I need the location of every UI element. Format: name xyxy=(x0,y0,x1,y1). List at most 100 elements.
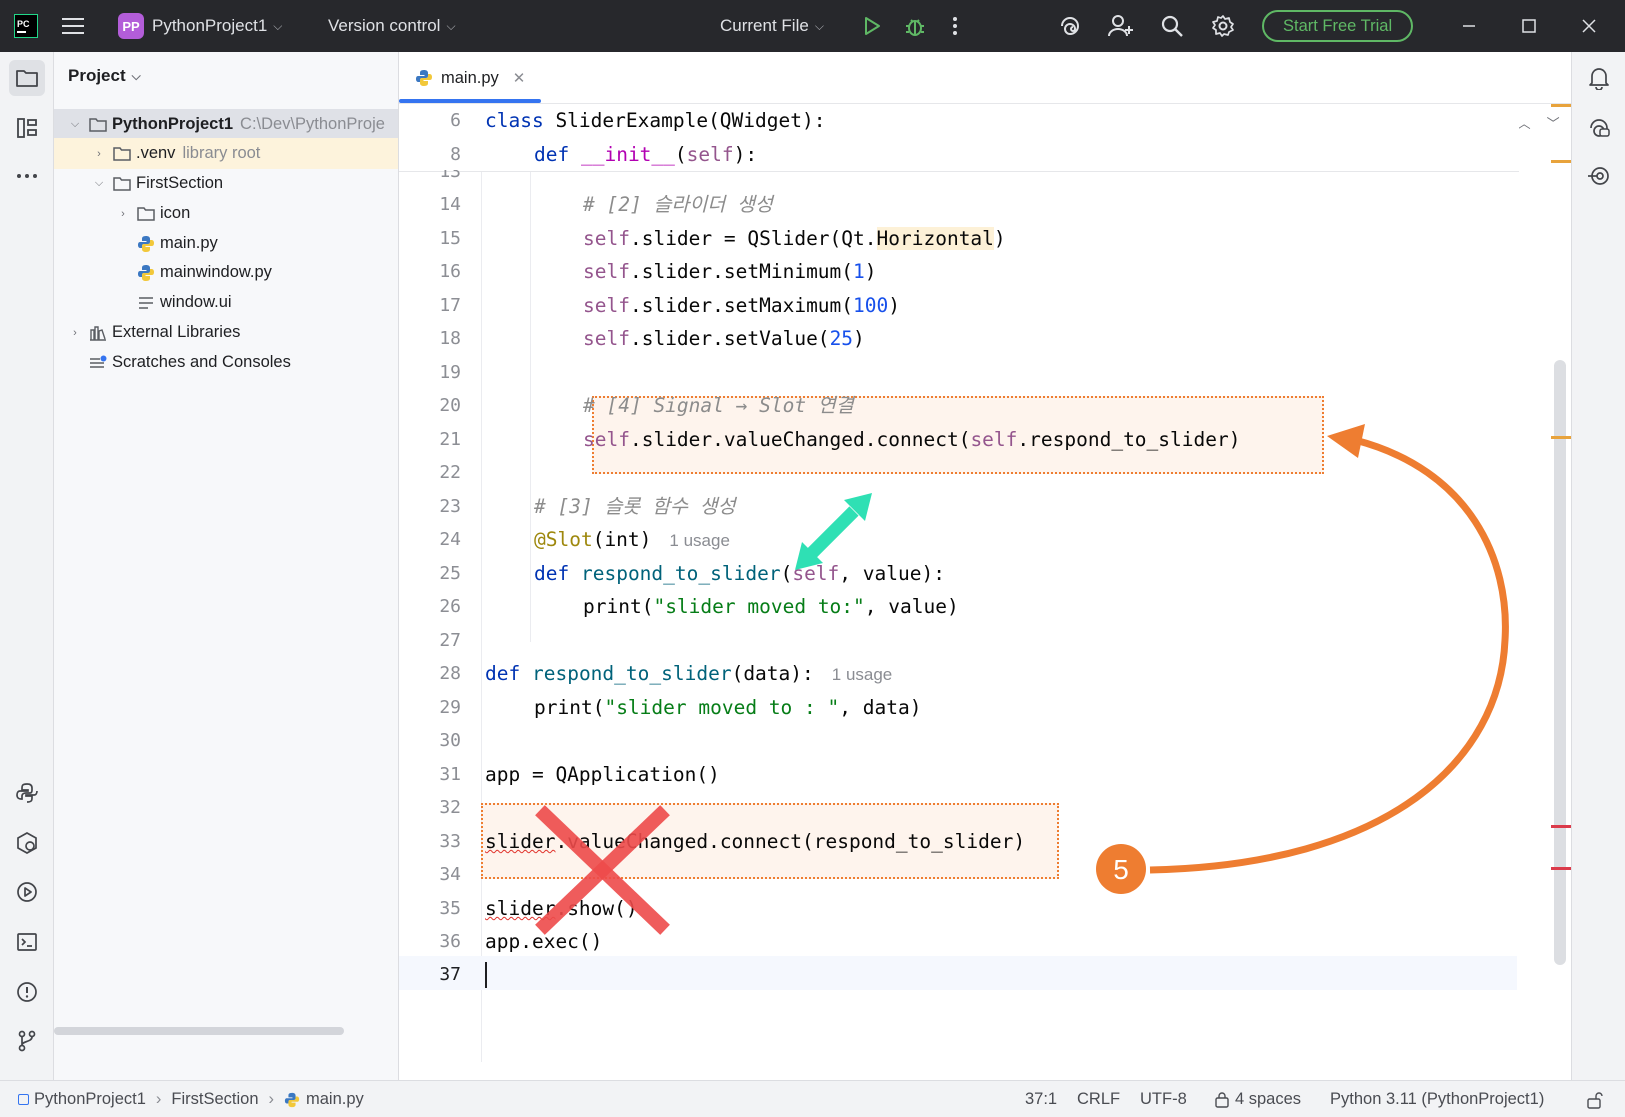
project-panel-header[interactable]: Project ⌵ xyxy=(68,66,141,86)
code-line-25[interactable]: 25 def respond_to_slider(self, value): xyxy=(399,557,1571,591)
code-line-14[interactable]: 14 # [2] 슬라이더 생성 xyxy=(399,188,1571,222)
breadcrumb-folder[interactable]: FirstSection xyxy=(171,1090,258,1109)
maximize-window-button[interactable] xyxy=(1522,0,1536,52)
database-plugin-icon[interactable] xyxy=(1581,158,1617,194)
code-line-33[interactable]: 33 slider.valueChanged.connect(respond_t… xyxy=(399,825,1571,859)
python-packages-icon[interactable] xyxy=(9,775,45,811)
indent-setting[interactable]: 4 spaces xyxy=(1214,1081,1301,1117)
caret-position[interactable]: 37:1 xyxy=(1025,1081,1057,1117)
tree-item-icon-folder[interactable]: › icon xyxy=(54,198,398,229)
code-line-17[interactable]: 17 self.slider.setMaximum(100) xyxy=(399,289,1571,323)
read-only-lock-icon[interactable] xyxy=(1586,1081,1604,1117)
notifications-bell-icon[interactable] xyxy=(1581,60,1617,96)
code-line-28[interactable]: 28 def respond_to_slider(data): 1 usage xyxy=(399,657,1571,691)
structure-icon[interactable] xyxy=(9,110,45,146)
version-control-git-icon[interactable] xyxy=(9,1023,45,1059)
collapse-arrow-icon[interactable]: › xyxy=(116,208,130,220)
tree-item-mainwindow-py[interactable]: mainwindow.py xyxy=(54,257,398,288)
chevron-right-icon: › xyxy=(155,1090,162,1108)
right-tool-window-bar xyxy=(1571,52,1625,1080)
expand-arrow-icon[interactable]: ⌵ xyxy=(68,118,82,131)
run-config-selector[interactable]: Current File ⌵ xyxy=(720,0,824,52)
project-selector[interactable]: PP PythonProject1 ⌵ xyxy=(118,0,282,52)
code-line-22[interactable]: 22 xyxy=(399,456,1571,490)
chevron-down-icon: ⌵ xyxy=(273,18,283,33)
code-line-34[interactable]: 34 xyxy=(399,858,1571,892)
code-line-19[interactable]: 19 xyxy=(399,356,1571,390)
code-line-23[interactable]: 23 # [3] 슬롯 함수 생성 xyxy=(399,490,1571,524)
code-line-27[interactable]: 27 xyxy=(399,624,1571,658)
python-file-icon xyxy=(136,234,156,254)
project-badge: PP xyxy=(118,13,144,39)
project-folder-icon[interactable] xyxy=(9,60,45,96)
tree-item-scratches[interactable]: Scratches and Consoles xyxy=(54,347,398,378)
code-line-15[interactable]: 15 self.slider = QSlider(Qt.Horizontal) xyxy=(399,222,1571,256)
code-line-36[interactable]: 36 app.exec() xyxy=(399,925,1571,959)
line-number: 31 xyxy=(439,764,461,785)
sticky-line[interactable]: 8 def __init__(self): xyxy=(399,138,1571,172)
expand-arrow-icon[interactable]: ⌵ xyxy=(92,177,106,190)
tree-item-project-root[interactable]: ⌵ PythonProject1 C:\Dev\PythonProje xyxy=(54,109,398,140)
code-editor[interactable]: main.py ✕ ! 2 ▲ 3 ︿ ﹀ 6 class SliderExam… xyxy=(399,52,1571,1080)
ai-assistant-icon[interactable] xyxy=(1058,0,1082,52)
code-line-20[interactable]: 20 # [4] Signal → Slot 연결 xyxy=(399,389,1571,423)
file-encoding[interactable]: UTF-8 xyxy=(1140,1081,1187,1117)
tree-item-firstsection[interactable]: ⌵ FirstSection xyxy=(54,168,398,199)
code-line-29[interactable]: 29 print("slider moved to : ", data) xyxy=(399,691,1571,725)
collapse-arrow-icon[interactable]: › xyxy=(68,327,82,339)
chevron-down-icon: ⌵ xyxy=(446,18,456,33)
horizontal-scrollbar[interactable] xyxy=(54,1027,344,1035)
code-line-16[interactable]: 16 self.slider.setMinimum(1) xyxy=(399,255,1571,289)
code-text: self.slider.setValue(25) xyxy=(583,327,865,350)
breadcrumb-file[interactable]: main.py xyxy=(306,1090,364,1109)
tree-item-window-ui[interactable]: window.ui xyxy=(54,287,398,318)
code-line-31[interactable]: 31 app = QApplication() xyxy=(399,758,1571,792)
close-window-button[interactable] xyxy=(1582,0,1596,52)
active-tab-indicator xyxy=(399,99,541,103)
code-text: class SliderExample(QWidget): xyxy=(485,109,826,132)
code-line-21[interactable]: 21 self.slider.valueChanged.connect(self… xyxy=(399,423,1571,457)
run-icon[interactable] xyxy=(862,0,882,52)
line-number: 15 xyxy=(439,228,461,249)
run-tool-window-icon[interactable] xyxy=(9,874,45,910)
tab-main-py[interactable]: main.py ✕ xyxy=(399,52,541,104)
more-actions-icon[interactable] xyxy=(951,0,959,52)
add-user-icon[interactable] xyxy=(1108,0,1134,52)
more-tool-windows-icon[interactable] xyxy=(9,158,45,194)
python-interpreter[interactable]: Python 3.11 (PythonProject1) xyxy=(1330,1081,1544,1117)
debug-icon[interactable] xyxy=(903,0,927,52)
problems-icon[interactable] xyxy=(9,974,45,1010)
close-tab-icon[interactable]: ✕ xyxy=(513,69,526,87)
code-line-26[interactable]: 26 print("slider moved to:", value) xyxy=(399,590,1571,624)
python-console-icon[interactable] xyxy=(9,825,45,861)
pycharm-logo-icon[interactable]: PC xyxy=(14,0,38,52)
code-line-37[interactable]: 37 xyxy=(399,958,1571,992)
code-line-18[interactable]: 18 self.slider.setValue(25) xyxy=(399,322,1571,356)
code-line-35[interactable]: 35 slider.show() xyxy=(399,892,1571,926)
settings-gear-icon[interactable] xyxy=(1211,0,1235,52)
terminal-icon[interactable] xyxy=(9,924,45,960)
collapse-arrow-icon[interactable]: › xyxy=(92,148,106,160)
code-text: self.slider.setMaximum(100) xyxy=(583,294,901,317)
line-number: 37 xyxy=(439,964,461,985)
ai-chat-icon[interactable] xyxy=(1581,110,1617,146)
main-menu-icon[interactable] xyxy=(62,0,86,52)
folder-icon xyxy=(112,144,132,164)
editor-tab-bar: main.py ✕ xyxy=(399,52,1571,104)
line-number: 16 xyxy=(439,261,461,282)
warning-stripe-mark xyxy=(1551,436,1571,439)
sticky-line[interactable]: 6 class SliderExample(QWidget): xyxy=(399,104,1571,138)
tree-item-main-py[interactable]: main.py xyxy=(54,228,398,259)
tree-item-venv[interactable]: › .venv library root xyxy=(54,138,398,169)
breadcrumb-project[interactable]: PythonProject1 xyxy=(34,1090,146,1109)
code-line-30[interactable]: 30 xyxy=(399,724,1571,758)
code-line-24[interactable]: 24 @Slot(int) 1 usage xyxy=(399,523,1571,557)
breadcrumb[interactable]: PythonProject1 › FirstSection › main.py xyxy=(18,1081,364,1117)
search-icon[interactable] xyxy=(1160,0,1184,52)
line-separator[interactable]: CRLF xyxy=(1077,1081,1120,1117)
tree-item-external-libraries[interactable]: › External Libraries xyxy=(54,317,398,348)
minimize-window-button[interactable] xyxy=(1462,0,1476,52)
vertical-scrollbar[interactable] xyxy=(1554,360,1566,965)
start-free-trial-button[interactable]: Start Free Trial xyxy=(1262,0,1414,52)
version-control-menu[interactable]: Version control ⌵ xyxy=(328,0,456,52)
